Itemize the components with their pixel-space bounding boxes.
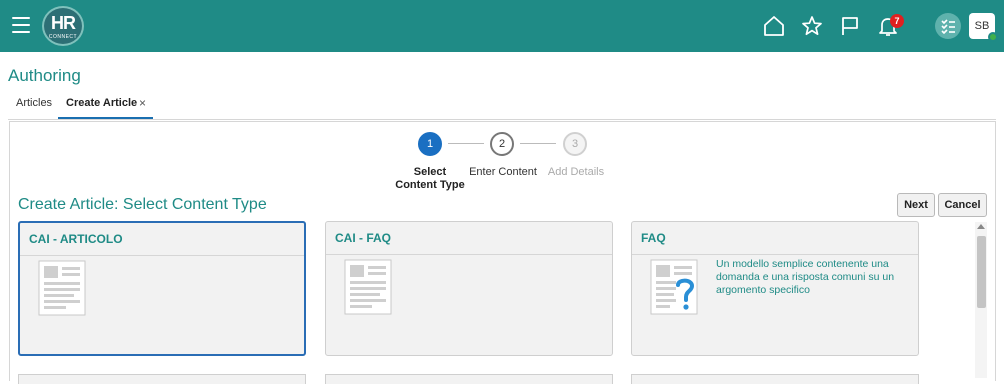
- logo-main-text: HR: [51, 13, 76, 33]
- active-tab-indicator: [58, 117, 153, 119]
- page-title: Authoring: [8, 66, 81, 85]
- tab-articles[interactable]: Articles: [16, 97, 52, 109]
- card-title: FAQ: [641, 231, 666, 245]
- cancel-button[interactable]: Cancel: [938, 193, 987, 217]
- content-type-card-partial[interactable]: [631, 374, 919, 384]
- home-icon[interactable]: [762, 14, 786, 38]
- content-type-card-partial[interactable]: [18, 374, 306, 384]
- scrollbar-thumb[interactable]: [977, 236, 986, 308]
- online-status-dot: [988, 32, 998, 42]
- step-1-label: Select Content Type: [390, 166, 470, 192]
- user-avatar[interactable]: SB: [969, 13, 998, 42]
- content-type-card-cai-articolo[interactable]: CAI - ARTICOLO: [18, 221, 306, 356]
- step-1-label-line1: Select: [413, 166, 447, 178]
- document-icon: [38, 260, 86, 316]
- card-title: CAI - ARTICOLO: [29, 232, 123, 246]
- card-description: Un modello semplice contenente una doman…: [716, 258, 895, 296]
- notification-badge: 7: [890, 14, 904, 28]
- step-connector-1: [448, 143, 484, 144]
- menu-icon[interactable]: [12, 17, 30, 33]
- tasks-icon[interactable]: [935, 13, 961, 39]
- close-tab-icon[interactable]: ×: [139, 96, 146, 110]
- next-button[interactable]: Next: [897, 193, 935, 217]
- section-title: Create Article: Select Content Type: [18, 196, 267, 213]
- hr-connect-logo[interactable]: HR CONNECT: [42, 6, 84, 46]
- content-type-card-faq[interactable]: FAQ Un modello semplice contenente una d…: [631, 221, 919, 356]
- flag-icon[interactable]: [838, 14, 862, 38]
- card-divider: [632, 254, 918, 255]
- step-3-label: Add Details: [547, 166, 605, 178]
- document-icon: [344, 259, 392, 315]
- top-bar: HR CONNECT 7 SB: [0, 0, 1004, 52]
- cards-scrollbar[interactable]: [975, 222, 987, 378]
- card-title: CAI - FAQ: [335, 231, 391, 245]
- step-1-circle[interactable]: 1: [418, 132, 442, 156]
- faq-document-icon: [650, 259, 698, 315]
- content-type-card-partial[interactable]: [325, 374, 613, 384]
- avatar-initials: SB: [974, 20, 990, 32]
- step-3-circle: 3: [563, 132, 587, 156]
- tab-create-article[interactable]: Create Article: [66, 97, 137, 109]
- scroll-up-arrow-icon[interactable]: [977, 224, 985, 229]
- logo-sub-text: CONNECT: [48, 34, 78, 40]
- step-2-label: Enter Content: [469, 166, 537, 178]
- star-icon[interactable]: [800, 14, 824, 38]
- tabs-divider: [8, 119, 996, 120]
- step-1-label-line2: Content Type: [395, 179, 465, 191]
- content-type-card-cai-faq[interactable]: CAI - FAQ: [325, 221, 613, 356]
- step-2-circle[interactable]: 2: [490, 132, 514, 156]
- card-divider: [20, 255, 304, 256]
- card-divider: [326, 254, 612, 255]
- step-connector-2: [520, 143, 556, 144]
